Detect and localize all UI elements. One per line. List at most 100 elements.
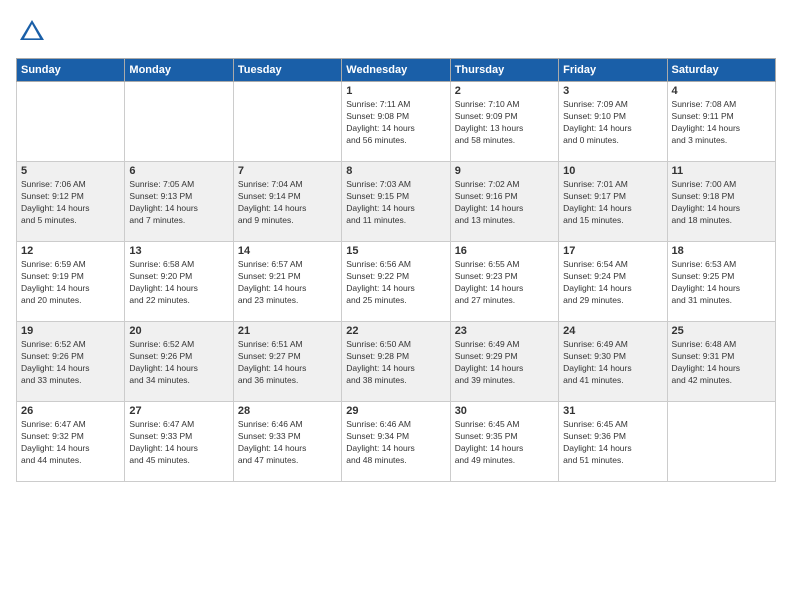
- day-info: Sunrise: 7:00 AM Sunset: 9:18 PM Dayligh…: [672, 179, 771, 227]
- calendar-week-row: 19 Sunrise: 6:52 AM Sunset: 9:26 PM Dayli…: [17, 322, 776, 402]
- calendar-cell: 8 Sunrise: 7:03 AM Sunset: 9:15 PM Daylig…: [342, 162, 450, 242]
- day-info: Sunrise: 6:59 AM Sunset: 9:19 PM Dayligh…: [21, 259, 120, 307]
- day-number: 24: [563, 325, 662, 337]
- calendar-cell: 21 Sunrise: 6:51 AM Sunset: 9:27 PM Dayli…: [233, 322, 341, 402]
- day-number: 27: [129, 405, 228, 417]
- calendar-cell: 13Sunrise: 6:58 AM Sunset: 9:20 PM Dayli…: [125, 242, 233, 322]
- day-info: Sunrise: 7:03 AM Sunset: 9:15 PM Dayligh…: [346, 179, 445, 227]
- day-number: 4: [672, 85, 771, 97]
- calendar-cell: 24Sunrise: 6:49 AM Sunset: 9:30 PM Dayli…: [559, 322, 667, 402]
- day-info: Sunrise: 6:55 AM Sunset: 9:23 PM Dayligh…: [455, 259, 554, 307]
- day-number: 16: [455, 245, 554, 257]
- calendar-cell: 17 Sunrise: 6:54 AM Sunset: 9:24 PM Dayli…: [559, 242, 667, 322]
- day-number: 14: [238, 245, 337, 257]
- day-number: 21: [238, 325, 337, 337]
- calendar-cell: 10Sunrise: 7:01 AM Sunset: 9:17 PM Dayli…: [559, 162, 667, 242]
- day-number: 2: [455, 85, 554, 97]
- calendar-cell: 30 Sunrise: 6:45 AM Sunset: 9:35 PM Dayli…: [450, 402, 558, 482]
- day-number: 18: [672, 245, 771, 257]
- day-number: 5: [21, 165, 120, 177]
- day-number: 11: [672, 165, 771, 177]
- calendar-cell: 2 Sunrise: 7:10 AM Sunset: 9:09 PM Daylig…: [450, 82, 558, 162]
- day-number: 30: [455, 405, 554, 417]
- day-number: 29: [346, 405, 445, 417]
- day-info: Sunrise: 6:50 AM Sunset: 9:28 PM Dayligh…: [346, 339, 445, 387]
- day-info: Sunrise: 6:54 AM Sunset: 9:24 PM Dayligh…: [563, 259, 662, 307]
- day-info: Sunrise: 7:05 AM Sunset: 9:13 PM Dayligh…: [129, 179, 228, 227]
- weekday-header-thursday: Thursday: [450, 59, 558, 82]
- calendar-cell: 16 Sunrise: 6:55 AM Sunset: 9:23 PM Dayli…: [450, 242, 558, 322]
- calendar-cell: [125, 82, 233, 162]
- calendar-cell: 15 Sunrise: 6:56 AM Sunset: 9:22 PM Dayli…: [342, 242, 450, 322]
- calendar-cell: [233, 82, 341, 162]
- day-info: Sunrise: 6:53 AM Sunset: 9:25 PM Dayligh…: [672, 259, 771, 307]
- calendar-cell: 5Sunrise: 7:06 AM Sunset: 9:12 PM Daylig…: [17, 162, 125, 242]
- day-info: Sunrise: 6:47 AM Sunset: 9:33 PM Dayligh…: [129, 419, 228, 467]
- day-number: 12: [21, 245, 120, 257]
- calendar-cell: 11 Sunrise: 7:00 AM Sunset: 9:18 PM Dayli…: [667, 162, 775, 242]
- day-info: Sunrise: 7:09 AM Sunset: 9:10 PM Dayligh…: [563, 99, 662, 147]
- calendar-cell: 25Sunrise: 6:48 AM Sunset: 9:31 PM Dayli…: [667, 322, 775, 402]
- day-info: Sunrise: 6:56 AM Sunset: 9:22 PM Dayligh…: [346, 259, 445, 307]
- calendar-cell: [667, 402, 775, 482]
- generalblue-logo-icon: [16, 16, 48, 48]
- day-info: Sunrise: 6:45 AM Sunset: 9:36 PM Dayligh…: [563, 419, 662, 467]
- calendar-cell: 22Sunrise: 6:50 AM Sunset: 9:28 PM Dayli…: [342, 322, 450, 402]
- day-number: 20: [129, 325, 228, 337]
- day-number: 7: [238, 165, 337, 177]
- day-number: 6: [129, 165, 228, 177]
- day-number: 3: [563, 85, 662, 97]
- calendar-cell: 7 Sunrise: 7:04 AM Sunset: 9:14 PM Daylig…: [233, 162, 341, 242]
- calendar-cell: 1 Sunrise: 7:11 AM Sunset: 9:08 PM Daylig…: [342, 82, 450, 162]
- day-number: 19: [21, 325, 120, 337]
- day-info: Sunrise: 6:52 AM Sunset: 9:26 PM Dayligh…: [129, 339, 228, 387]
- day-number: 1: [346, 85, 445, 97]
- day-number: 25: [672, 325, 771, 337]
- calendar-cell: 20 Sunrise: 6:52 AM Sunset: 9:26 PM Dayli…: [125, 322, 233, 402]
- weekday-header-saturday: Saturday: [667, 59, 775, 82]
- calendar-cell: 23 Sunrise: 6:49 AM Sunset: 9:29 PM Dayli…: [450, 322, 558, 402]
- calendar-cell: 6 Sunrise: 7:05 AM Sunset: 9:13 PM Daylig…: [125, 162, 233, 242]
- day-info: Sunrise: 7:11 AM Sunset: 9:08 PM Dayligh…: [346, 99, 445, 147]
- day-number: 28: [238, 405, 337, 417]
- day-info: Sunrise: 7:02 AM Sunset: 9:16 PM Dayligh…: [455, 179, 554, 227]
- weekday-header-friday: Friday: [559, 59, 667, 82]
- header: [16, 16, 776, 48]
- day-info: Sunrise: 6:45 AM Sunset: 9:35 PM Dayligh…: [455, 419, 554, 467]
- calendar-week-row: 1 Sunrise: 7:11 AM Sunset: 9:08 PM Daylig…: [17, 82, 776, 162]
- weekday-header-wednesday: Wednesday: [342, 59, 450, 82]
- day-number: 9: [455, 165, 554, 177]
- day-info: Sunrise: 6:57 AM Sunset: 9:21 PM Dayligh…: [238, 259, 337, 307]
- day-info: Sunrise: 6:51 AM Sunset: 9:27 PM Dayligh…: [238, 339, 337, 387]
- day-info: Sunrise: 7:08 AM Sunset: 9:11 PM Dayligh…: [672, 99, 771, 147]
- day-info: Sunrise: 7:10 AM Sunset: 9:09 PM Dayligh…: [455, 99, 554, 147]
- day-number: 13: [129, 245, 228, 257]
- day-number: 31: [563, 405, 662, 417]
- logo: [16, 16, 52, 48]
- day-number: 10: [563, 165, 662, 177]
- calendar-week-row: 26Sunrise: 6:47 AM Sunset: 9:32 PM Dayli…: [17, 402, 776, 482]
- calendar-header-row: SundayMondayTuesdayWednesdayThursdayFrid…: [17, 59, 776, 82]
- day-number: 23: [455, 325, 554, 337]
- weekday-header-sunday: Sunday: [17, 59, 125, 82]
- day-info: Sunrise: 7:04 AM Sunset: 9:14 PM Dayligh…: [238, 179, 337, 227]
- calendar-cell: 31 Sunrise: 6:45 AM Sunset: 9:36 PM Dayli…: [559, 402, 667, 482]
- day-number: 15: [346, 245, 445, 257]
- calendar-cell: 28Sunrise: 6:46 AM Sunset: 9:33 PM Dayli…: [233, 402, 341, 482]
- calendar-cell: 12 Sunrise: 6:59 AM Sunset: 9:19 PM Dayli…: [17, 242, 125, 322]
- day-info: Sunrise: 6:52 AM Sunset: 9:26 PM Dayligh…: [21, 339, 120, 387]
- day-info: Sunrise: 6:49 AM Sunset: 9:29 PM Dayligh…: [455, 339, 554, 387]
- weekday-header-tuesday: Tuesday: [233, 59, 341, 82]
- day-info: Sunrise: 6:46 AM Sunset: 9:34 PM Dayligh…: [346, 419, 445, 467]
- day-number: 26: [21, 405, 120, 417]
- day-number: 17: [563, 245, 662, 257]
- calendar-cell: 18 Sunrise: 6:53 AM Sunset: 9:25 PM Dayli…: [667, 242, 775, 322]
- calendar-table: SundayMondayTuesdayWednesdayThursdayFrid…: [16, 58, 776, 482]
- calendar-week-row: 5Sunrise: 7:06 AM Sunset: 9:12 PM Daylig…: [17, 162, 776, 242]
- calendar-cell: 3 Sunrise: 7:09 AM Sunset: 9:10 PM Daylig…: [559, 82, 667, 162]
- calendar-cell: 29 Sunrise: 6:46 AM Sunset: 9:34 PM Dayli…: [342, 402, 450, 482]
- calendar-cell: 9 Sunrise: 7:02 AM Sunset: 9:16 PM Daylig…: [450, 162, 558, 242]
- calendar-cell: 4 Sunrise: 7:08 AM Sunset: 9:11 PM Daylig…: [667, 82, 775, 162]
- day-number: 8: [346, 165, 445, 177]
- calendar-cell: 27 Sunrise: 6:47 AM Sunset: 9:33 PM Dayli…: [125, 402, 233, 482]
